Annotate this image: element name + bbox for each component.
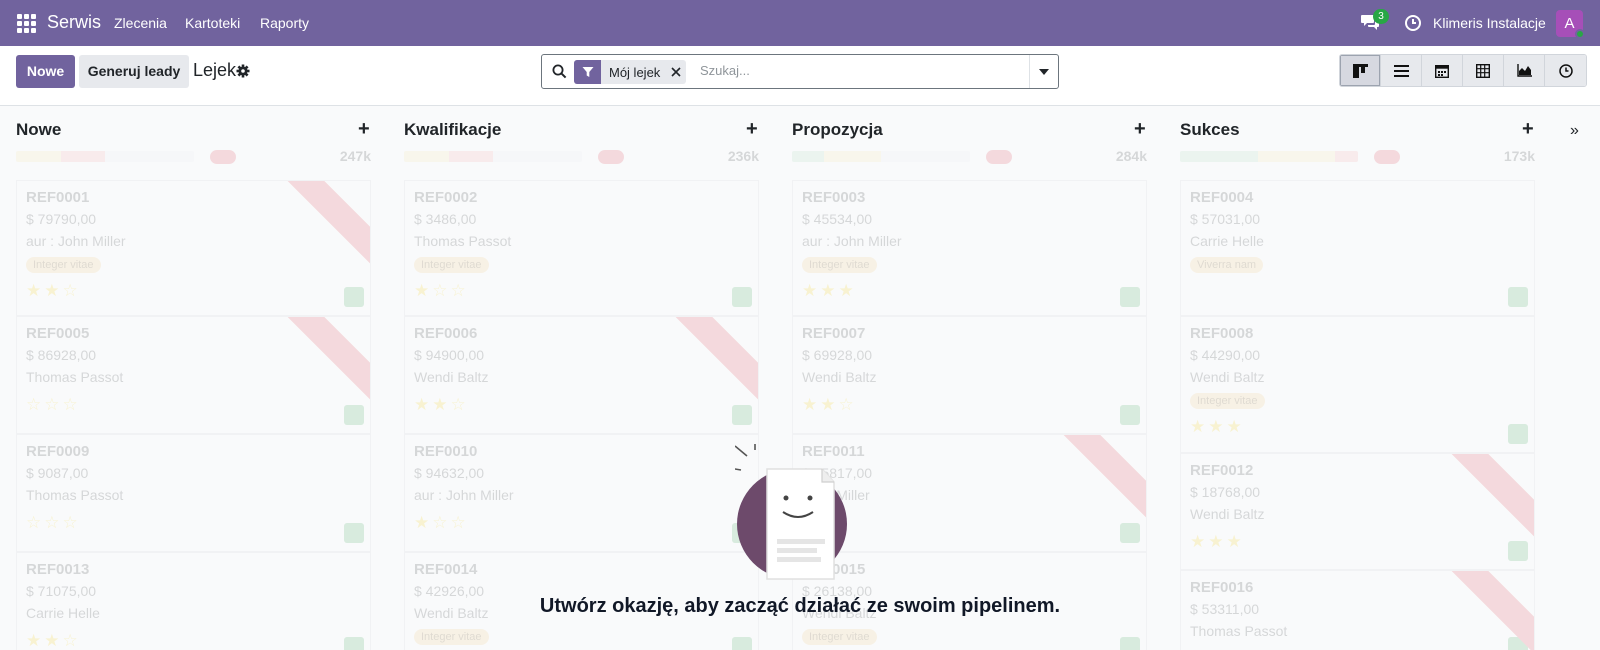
- facet-label: Mój lejek: [609, 64, 661, 80]
- generate-leads-button[interactable]: Generuj leady: [79, 55, 189, 88]
- top-navbar: Serwis Zlecenia Kartoteki Raporty 3 Klim…: [0, 0, 1600, 46]
- app-name[interactable]: Serwis: [47, 12, 101, 33]
- menu-item-raporty[interactable]: Raporty: [260, 15, 309, 31]
- menu-item-zlecenia[interactable]: Zlecenia: [114, 15, 167, 31]
- page-title: Lejek: [193, 60, 237, 80]
- filter-icon: [574, 60, 601, 84]
- company-name[interactable]: Klimeris Instalacje: [1433, 15, 1546, 31]
- new-button[interactable]: Nowe: [16, 55, 75, 88]
- search-bar[interactable]: Mój lejek: [541, 54, 1059, 89]
- apps-grid-icon[interactable]: [17, 14, 36, 33]
- caret-down-icon: [1039, 68, 1049, 75]
- control-panel: Nowe Generuj leady Lejek Mój lejek: [0, 46, 1600, 106]
- clock-icon: [1558, 63, 1573, 78]
- list-icon: [1393, 64, 1409, 77]
- area-chart-icon: [1516, 64, 1532, 77]
- messages-count-badge: 3: [1373, 9, 1389, 24]
- view-activity-button[interactable]: [1545, 55, 1586, 86]
- search-facet: Mój lejek: [574, 60, 687, 84]
- view-calendar-button[interactable]: [1422, 55, 1463, 86]
- table-icon: [1476, 63, 1490, 78]
- view-graph-button[interactable]: [1504, 55, 1545, 86]
- view-switcher: [1339, 54, 1587, 87]
- close-icon[interactable]: [666, 60, 686, 84]
- view-pivot-button[interactable]: [1463, 55, 1504, 86]
- empty-state-message: Utwórz okazję, aby zacząć działać ze swo…: [539, 595, 1061, 617]
- search-icon: [552, 64, 567, 79]
- calendar-icon: [1435, 64, 1449, 78]
- empty-document-illustration: [735, 444, 847, 580]
- kanban-icon: [1352, 63, 1368, 78]
- search-options-toggle[interactable]: [1029, 55, 1058, 88]
- search-input[interactable]: [700, 63, 1000, 78]
- view-list-button[interactable]: [1381, 55, 1422, 86]
- view-kanban-button[interactable]: [1340, 55, 1381, 86]
- activity-clock-icon[interactable]: [1404, 14, 1422, 32]
- gear-icon[interactable]: [236, 64, 250, 78]
- online-status-dot: [1575, 29, 1585, 39]
- empty-state-helper: Utwórz okazję, aby zacząć działać ze swo…: [0, 106, 1600, 650]
- menu-item-kartoteki[interactable]: Kartoteki: [185, 15, 240, 31]
